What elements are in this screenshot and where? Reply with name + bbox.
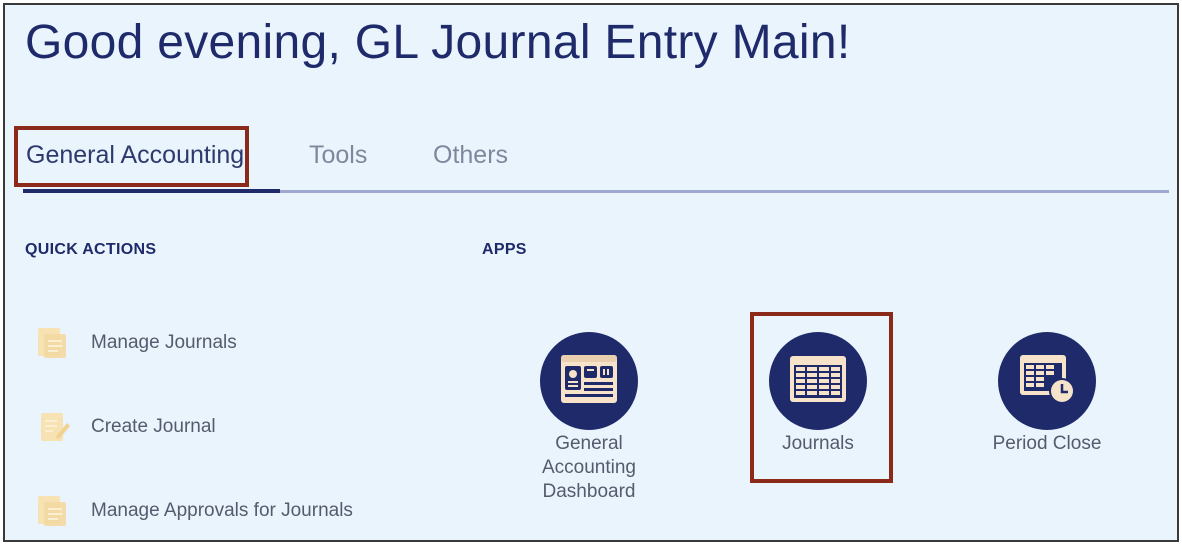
tab-tools[interactable]: Tools [309,141,367,170]
app-frame: Good evening, GL Journal Entry Main! Gen… [3,3,1179,542]
page-greeting: Good evening, GL Journal Entry Main! [25,16,851,69]
tab-bar: General Accounting Tools Others [23,133,1169,195]
document-edit-icon [35,409,71,445]
apps-heading: APPS [482,241,527,258]
tab-general-accounting[interactable]: General Accounting [26,141,244,170]
journals-grid-icon [790,355,846,407]
app-label: General Accounting Dashboard [541,433,636,502]
tab-others[interactable]: Others [433,141,508,170]
dashboard-icon [560,354,618,409]
quick-action-label: Create Journal [91,416,216,437]
quick-action-label: Manage Journals [91,332,237,353]
app-label: Period Close [992,433,1102,454]
app-icon-circle [769,332,867,430]
quick-action-manage-approvals[interactable]: Manage Approvals for Journals [35,491,353,531]
document-stack-icon [35,493,71,529]
app-icon-circle [998,332,1096,430]
quick-action-manage-journals[interactable]: Manage Journals [35,323,237,363]
period-close-icon [1016,351,1078,412]
app-label: Journals [782,433,854,454]
quick-action-label: Manage Approvals for Journals [91,500,353,521]
app-general-accounting-dashboard[interactable]: General Accounting Dashboard [509,332,669,504]
tab-active-indicator [23,189,280,193]
app-period-close[interactable]: Period Close [967,332,1127,456]
quick-actions-heading: QUICK ACTIONS [25,241,157,258]
document-stack-icon [35,325,71,361]
app-journals[interactable]: Journals [738,332,898,456]
quick-action-create-journal[interactable]: Create Journal [35,407,216,447]
app-icon-circle [540,332,638,430]
